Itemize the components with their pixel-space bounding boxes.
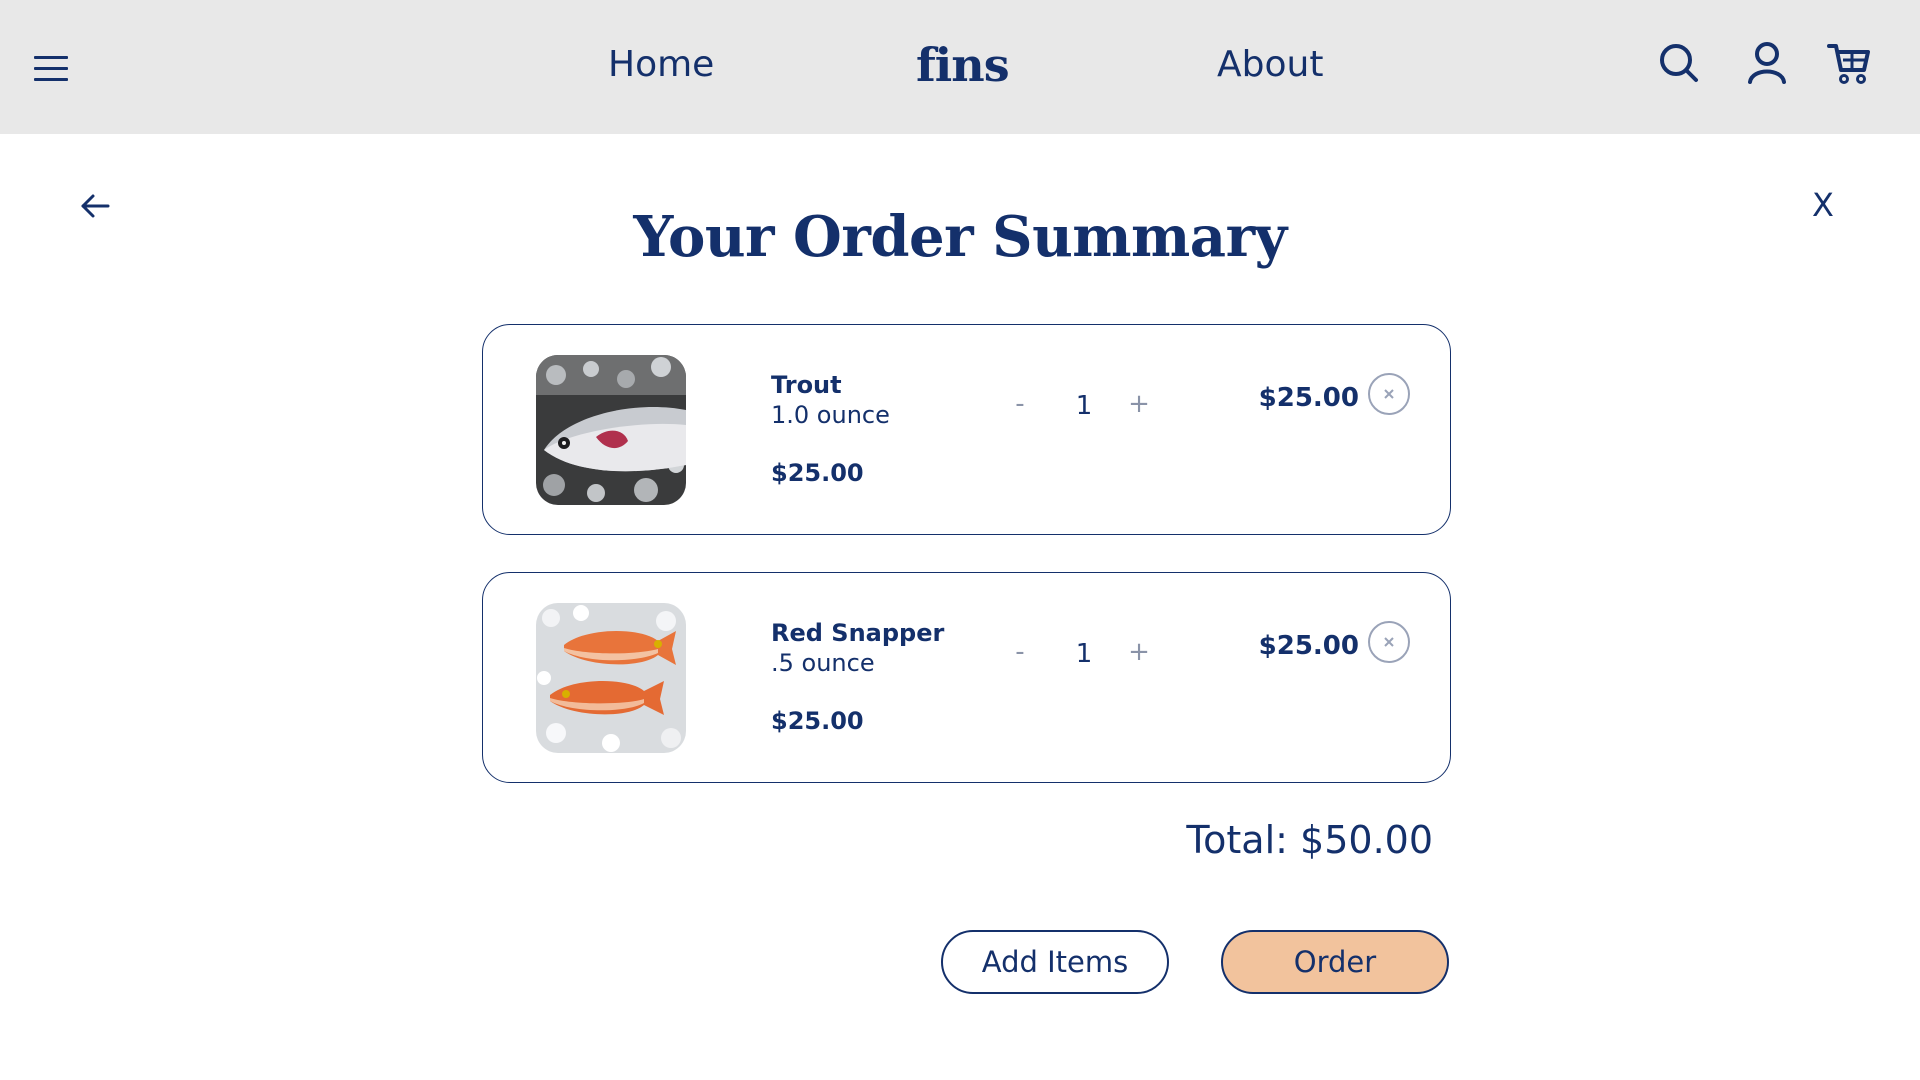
close-icon (1384, 389, 1394, 399)
item-weight: .5 ounce (771, 649, 875, 677)
menu-icon[interactable] (34, 56, 68, 86)
logo[interactable]: fins (916, 38, 1010, 92)
user-icon[interactable] (1744, 40, 1790, 86)
order-button[interactable]: Order (1221, 930, 1449, 994)
page-title: Your Order Summary (633, 204, 1287, 270)
close-icon (1384, 637, 1394, 647)
quantity-increase-button[interactable]: + (1127, 389, 1151, 419)
trout-image (536, 355, 686, 505)
item-line-total: $25.00 (1258, 383, 1359, 413)
quantity-value: 1 (1075, 639, 1093, 669)
item-unit-price: $25.00 (771, 707, 864, 735)
cart-icon[interactable] (1826, 40, 1872, 86)
search-icon[interactable] (1656, 40, 1702, 86)
nav-home-link[interactable]: Home (608, 44, 714, 85)
cart-item-card: Red Snapper .5 ounce $25.00 - 1 + $25.00 (482, 572, 1451, 783)
item-weight: 1.0 ounce (771, 401, 890, 429)
top-header: Home fins About (0, 0, 1920, 134)
red-snapper-image (536, 603, 686, 753)
remove-item-button[interactable] (1368, 621, 1410, 663)
quantity-increase-button[interactable]: + (1127, 637, 1151, 667)
item-name: Red Snapper (771, 619, 945, 647)
remove-item-button[interactable] (1368, 373, 1410, 415)
quantity-decrease-button[interactable]: - (1009, 389, 1031, 419)
cart-item-card: Trout 1.0 ounce $25.00 - 1 + $25.00 (482, 324, 1451, 535)
item-line-total: $25.00 (1258, 631, 1359, 661)
add-items-button[interactable]: Add Items (941, 930, 1169, 994)
item-name: Trout (771, 371, 842, 399)
order-total: Total: $50.00 (1186, 818, 1433, 862)
item-unit-price: $25.00 (771, 459, 864, 487)
quantity-value: 1 (1075, 391, 1093, 421)
nav-about-link[interactable]: About (1217, 44, 1323, 85)
quantity-decrease-button[interactable]: - (1009, 637, 1031, 667)
